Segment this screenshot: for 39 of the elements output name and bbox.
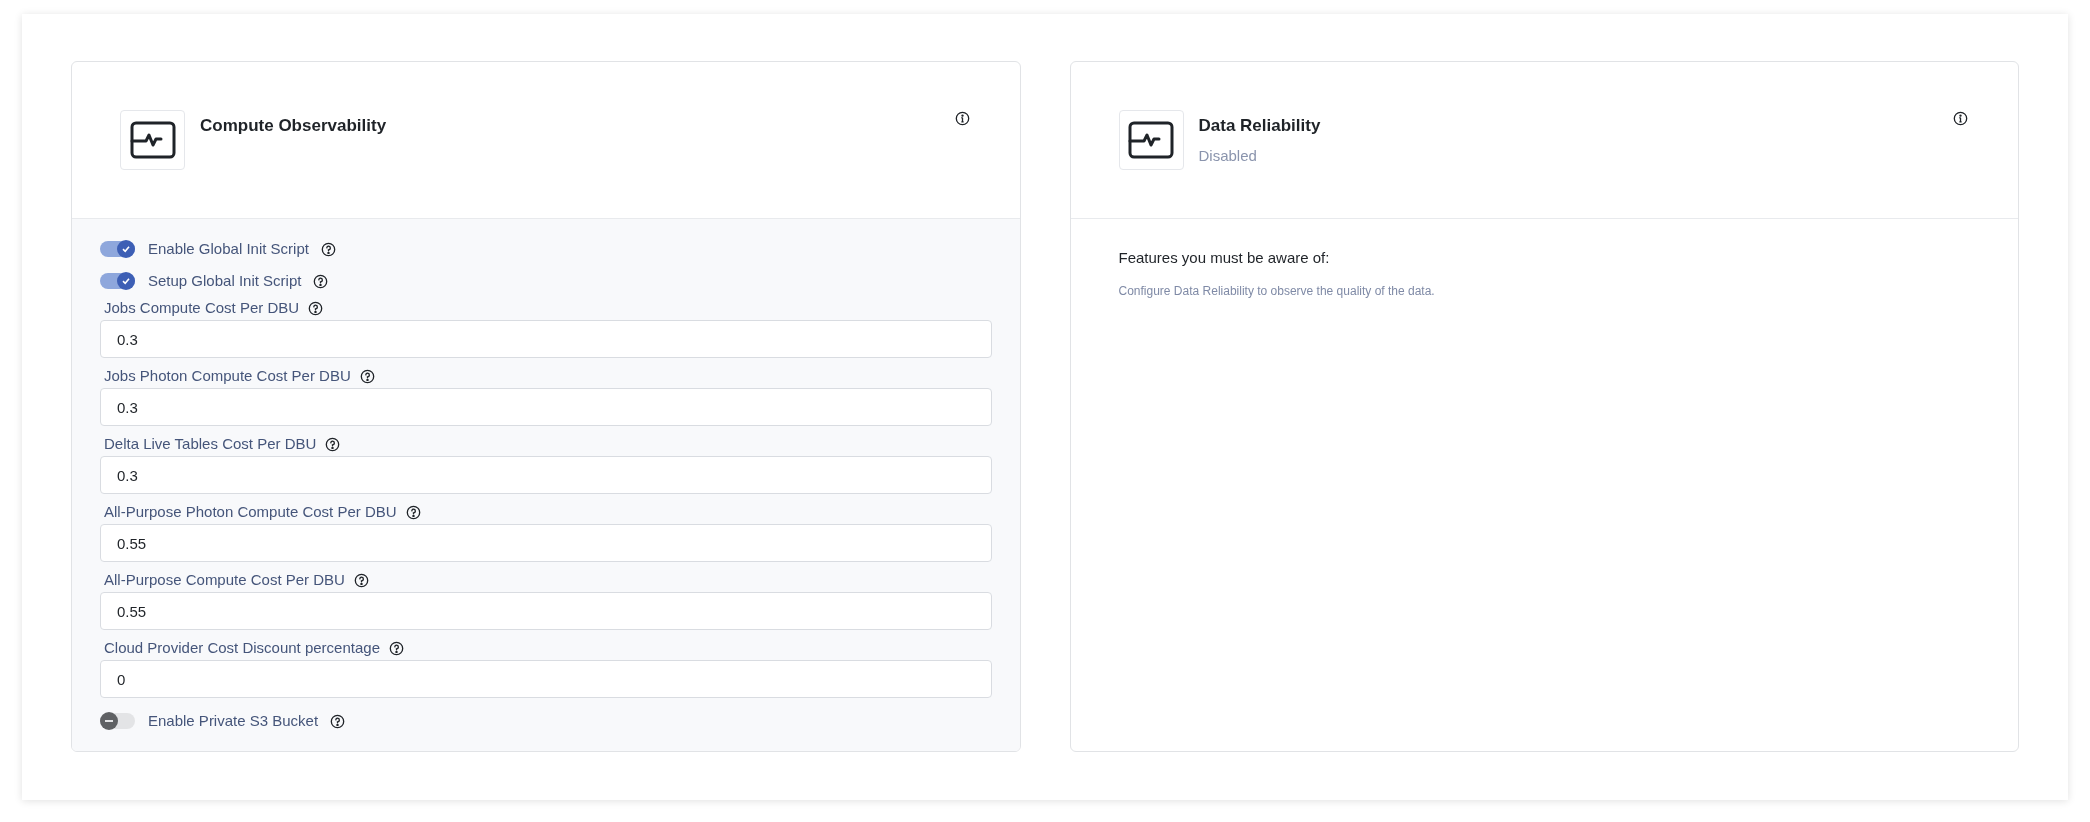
input-field[interactable]: 0.3 xyxy=(100,456,992,494)
minus-icon xyxy=(105,720,113,722)
toggle-label: Enable Private S3 Bucket xyxy=(148,710,319,731)
help-icon[interactable] xyxy=(405,504,421,520)
help-icon[interactable] xyxy=(389,640,404,656)
toggle-switch[interactable] xyxy=(100,273,135,289)
monitor-pulse-icon xyxy=(129,121,176,159)
card-title: Data Reliability xyxy=(1198,115,1321,137)
help-icon[interactable] xyxy=(308,300,324,316)
field-label: All-Purpose Compute Cost Per DBU xyxy=(104,569,345,590)
check-icon xyxy=(121,276,131,286)
field-label: Delta Live Tables Cost Per DBU xyxy=(104,433,317,454)
toggle-label: Enable Global Init Script xyxy=(148,238,309,259)
features-description: Configure Data Reliability to observe the quality of the data. xyxy=(1118,282,1436,300)
input-field[interactable]: 0.55 xyxy=(100,592,992,630)
monitor-pulse-icon xyxy=(1128,121,1174,159)
status-text: Disabled xyxy=(1198,145,1258,166)
info-icon[interactable] xyxy=(1953,111,1968,126)
field-label: All-Purpose Photon Compute Cost Per DBU xyxy=(104,501,397,522)
input-field[interactable]: 0.3 xyxy=(100,388,992,426)
field-label: Cloud Provider Cost Discount percentage xyxy=(104,637,380,658)
help-icon[interactable] xyxy=(320,241,336,257)
check-icon xyxy=(121,244,131,254)
help-icon[interactable] xyxy=(353,572,369,588)
features-heading: Features you must be aware of: xyxy=(1118,248,1331,268)
toggle-switch[interactable] xyxy=(100,713,135,729)
toggle-label: Setup Global Init Script xyxy=(148,270,302,291)
input-field[interactable]: 0.55 xyxy=(100,524,992,562)
help-icon[interactable] xyxy=(330,713,346,729)
help-icon[interactable] xyxy=(359,368,375,384)
help-icon[interactable] xyxy=(313,273,329,289)
field-label: Jobs Compute Cost Per DBU xyxy=(104,297,300,318)
toggle-switch[interactable] xyxy=(100,241,135,257)
card-title: Compute Observability xyxy=(200,115,387,137)
field-label: Jobs Photon Compute Cost Per DBU xyxy=(104,365,351,386)
info-icon[interactable] xyxy=(954,111,970,126)
input-field[interactable]: 0 xyxy=(100,660,992,698)
input-field[interactable]: 0.3 xyxy=(100,320,992,358)
help-icon[interactable] xyxy=(325,436,341,452)
